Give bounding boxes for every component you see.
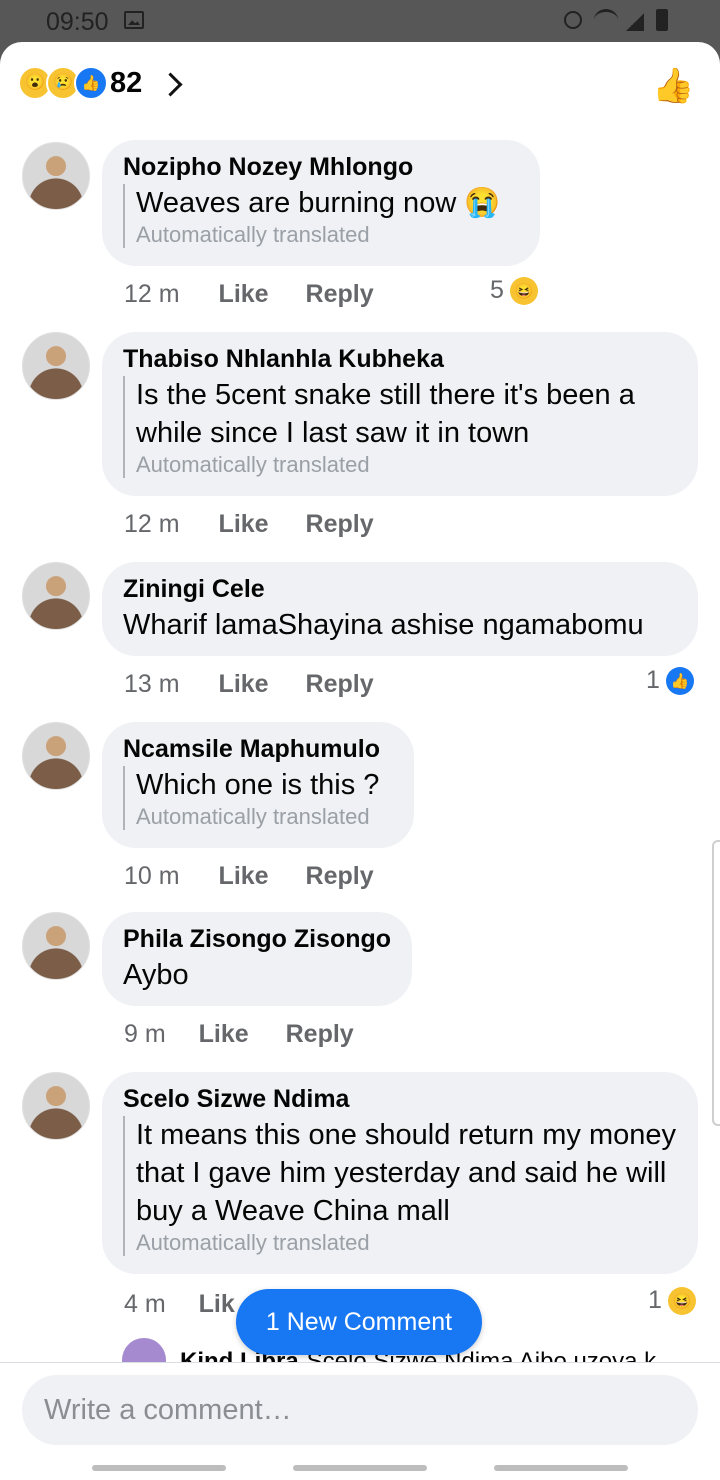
reply-button[interactable]: Reply — [306, 862, 374, 891]
new-comment-button[interactable]: 1 New Comment — [236, 1289, 482, 1355]
like-reaction-icon: 👍 — [74, 66, 108, 100]
reply-button[interactable]: Reply — [286, 1020, 354, 1049]
comment-time: 12 m — [124, 510, 180, 538]
comment-actions: 9 m Like Reply — [124, 1020, 384, 1049]
translated-block: It means this one should return my money… — [123, 1116, 676, 1256]
chevron-right-icon[interactable] — [158, 72, 183, 97]
comment-reaction-count[interactable]: 1 👍 — [646, 666, 694, 695]
comment-composer: Write a comment… — [0, 1362, 720, 1480]
comment-bubble[interactable]: Nozipho Nozey Mhlongo Weaves are burning… — [102, 140, 540, 266]
avatar[interactable] — [22, 722, 90, 790]
like-button[interactable]: Like — [219, 862, 269, 891]
reaction-count: 1 — [648, 1286, 662, 1314]
laugh-reaction-icon: 😆 — [667, 1286, 696, 1315]
comment-author[interactable]: Thabiso Nhlanhla Kubheka — [123, 343, 676, 376]
translation-note: Automatically translated — [136, 1230, 370, 1255]
status-bar: 09:50 — [0, 0, 720, 42]
scrollbar[interactable] — [712, 840, 720, 1126]
comment-actions: 10 m Like Reply — [124, 862, 404, 891]
reactions-count[interactable]: 82 — [110, 67, 142, 100]
reply-button[interactable]: Reply — [306, 510, 374, 539]
comment-text: Wharif lamaShayina ashise ngamabomu — [123, 609, 644, 641]
like-button[interactable]: Like — [219, 280, 269, 309]
translation-note: Automatically translated — [136, 804, 370, 829]
sheet-header: 😮 😢 👍 82 👍 — [0, 42, 720, 132]
laugh-reaction-icon: 😆 — [509, 276, 538, 305]
avatar[interactable] — [22, 332, 90, 400]
comment-author[interactable]: Ziningi Cele — [123, 573, 676, 606]
translation-note: Automatically translated — [136, 222, 370, 247]
avatar[interactable] — [22, 142, 90, 210]
battery-icon — [656, 9, 668, 31]
comment-author[interactable]: Ncamsile Maphumulo — [123, 733, 392, 766]
comment-actions: 12 m Like Reply — [124, 510, 404, 539]
comment-time: 4 m — [124, 1290, 166, 1318]
comment-text: Which one is this ? — [136, 769, 380, 801]
comment-text: Aybo — [123, 959, 189, 991]
comments-sheet: 😮 😢 👍 82 👍 Nozipho Nozey Mhlongo Weaves … — [0, 42, 720, 1480]
comment-author[interactable]: Phila Zisongo Zisongo — [123, 923, 391, 956]
comment-bubble[interactable]: Scelo Sizwe Ndima It means this one shou… — [102, 1072, 698, 1274]
like-button[interactable]: Like — [219, 510, 269, 539]
translated-block: Which one is this ? Automatically transl… — [123, 766, 392, 830]
like-button[interactable]: Like — [199, 1020, 249, 1049]
translated-block: Weaves are burning now 😭 Automatically t… — [123, 184, 518, 248]
wifi-icon — [594, 9, 618, 31]
comment-reaction-count[interactable]: 5 😆 — [490, 276, 538, 305]
avatar[interactable] — [22, 912, 90, 980]
reaction-count: 5 — [490, 276, 504, 304]
comment-bubble[interactable]: Phila Zisongo Zisongo Aybo — [102, 912, 412, 1006]
like-reaction-icon: 👍 — [665, 666, 694, 695]
translated-block: Is the 5cent snake still there it's been… — [123, 376, 676, 478]
comment-actions: 13 m Like Reply — [124, 670, 404, 699]
comment-actions: 12 m Like Reply — [124, 280, 404, 309]
comment-input[interactable]: Write a comment… — [22, 1375, 698, 1445]
like-button[interactable]: Like — [219, 670, 269, 699]
thumbs-up-icon[interactable]: 👍 — [652, 66, 694, 106]
system-nav-bar — [0, 1461, 720, 1480]
avatar — [122, 1338, 166, 1364]
comment-reaction-count[interactable]: 1 😆 — [648, 1286, 696, 1315]
comment-time: 13 m — [124, 670, 180, 698]
comment-text: It means this one should return my money… — [136, 1119, 676, 1227]
like-button[interactable]: Lik — [199, 1290, 235, 1319]
comment-time: 10 m — [124, 862, 180, 890]
comment-bubble[interactable]: Thabiso Nhlanhla Kubheka Is the 5cent sn… — [102, 332, 698, 496]
comment-time: 9 m — [124, 1020, 166, 1048]
nav-recents-bar[interactable] — [92, 1465, 226, 1471]
reply-button[interactable]: Reply — [306, 670, 374, 699]
translation-note: Automatically translated — [136, 452, 370, 477]
nav-home-bar[interactable] — [293, 1465, 427, 1471]
avatar[interactable] — [22, 1072, 90, 1140]
comment-author[interactable]: Scelo Sizwe Ndima — [123, 1083, 676, 1116]
comment-text: Weaves are burning now 😭 — [136, 187, 501, 219]
reaction-count: 1 — [646, 666, 660, 694]
signal-icon — [626, 13, 644, 31]
comment-text: Is the 5cent snake still there it's been… — [136, 379, 635, 449]
comment-author[interactable]: Nozipho Nozey Mhlongo — [123, 151, 518, 184]
reply-button[interactable]: Reply — [306, 280, 374, 309]
gallery-icon — [124, 11, 144, 29]
nav-back-bar[interactable] — [494, 1465, 628, 1471]
status-time: 09:50 — [46, 8, 109, 36]
status-icons — [564, 9, 674, 33]
comment-bubble[interactable]: Ziningi Cele Wharif lamaShayina ashise n… — [102, 562, 698, 656]
comment-time: 12 m — [124, 280, 180, 308]
alarm-icon — [564, 11, 582, 29]
comment-bubble[interactable]: Ncamsile Maphumulo Which one is this ? A… — [102, 722, 414, 848]
avatar[interactable] — [22, 562, 90, 630]
